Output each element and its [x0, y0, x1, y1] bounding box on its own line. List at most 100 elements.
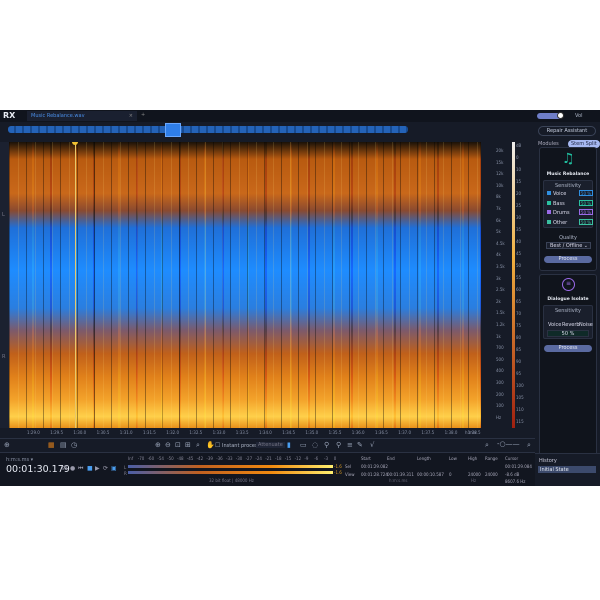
- repair-assistant-button[interactable]: Repair Assistant: [538, 126, 596, 136]
- history-item[interactable]: Initial State: [538, 466, 596, 473]
- spectrogram[interactable]: [9, 142, 481, 428]
- option-reverb[interactable]: Reverb: [562, 322, 580, 328]
- lasso-icon[interactable]: ◌: [312, 441, 318, 449]
- range-field[interactable]: 24000: [485, 472, 498, 477]
- meter-scale-label: Inf: [128, 456, 134, 461]
- option-voice[interactable]: Voice: [548, 322, 561, 328]
- instant-process-mode-select[interactable]: Attenuate: [256, 442, 285, 448]
- db-tick-label: 80: [516, 335, 522, 340]
- instant-process-checkbox[interactable]: ☐: [215, 442, 220, 449]
- dialogue-isolate-process-button[interactable]: Process: [544, 345, 592, 352]
- meter-scale-label: -3: [324, 456, 328, 461]
- magnify-icon[interactable]: ⌕: [196, 441, 200, 450]
- dialogue-isolate-icon: ≡: [562, 278, 575, 291]
- freq-zoom-in-icon[interactable]: ⌕: [527, 441, 531, 450]
- hand-tool-icon[interactable]: ✋: [206, 441, 215, 449]
- db-tick-label: 105: [516, 395, 524, 400]
- channel-right-label: R: [2, 354, 6, 360]
- time-selection-tool-icon[interactable]: ▮: [287, 441, 291, 449]
- frequency-axis: 20k 15k 12k 10k 8k 7k 6k 5k 4.5k 4k 3.5k 3k 2.5k 2k 1.…: [482, 142, 512, 428]
- frequency-zoom-slider[interactable]: -○——: [497, 440, 520, 448]
- waveform-zoom-icon[interactable]: ⊕: [4, 441, 10, 449]
- zoom-selection-icon[interactable]: ⊡: [175, 441, 181, 449]
- time-tick-label: 1:34.5: [282, 430, 295, 435]
- meter-bar-right: [128, 471, 333, 474]
- db-tick-label: 95: [516, 371, 522, 376]
- headphones-icon[interactable]: ☊: [62, 465, 67, 472]
- stop-icon[interactable]: ■: [87, 465, 93, 472]
- quality-select[interactable]: Best / Offline ⌄: [546, 242, 591, 249]
- magic-wand-icon[interactable]: ⚲: [324, 441, 329, 449]
- close-tab-icon[interactable]: ×: [129, 113, 133, 119]
- zoom-fit-icon[interactable]: ⊞: [185, 441, 191, 449]
- zoom-out-icon[interactable]: ⊖: [165, 441, 171, 449]
- play-selection-icon[interactable]: ▣: [111, 465, 117, 472]
- meter-scale-label: -12: [294, 456, 302, 461]
- stem-row-other: Other 50 %: [547, 218, 593, 226]
- meter-scale-label: -30: [235, 456, 243, 461]
- harmonic-select-icon[interactable]: ⚲: [336, 441, 341, 449]
- header-high: High: [468, 456, 478, 461]
- rectangle-select-icon[interactable]: ▭: [300, 441, 307, 449]
- play-icon[interactable]: ▶: [95, 465, 100, 472]
- bottom-panel: h:m:s.ms ▾ 00:01:30.179 ☊ ● ⏮ ■ ▶ ⟳ ▣ In…: [0, 452, 535, 486]
- brush-icon[interactable]: ✎: [357, 441, 363, 449]
- trim-icon[interactable]: √: [370, 441, 374, 449]
- playhead[interactable]: [75, 142, 76, 428]
- db-tick-label: 85: [516, 347, 522, 352]
- stem-gain-field[interactable]: 50 %: [579, 199, 593, 206]
- view-length-field[interactable]: 00:00:10.587: [417, 472, 444, 477]
- time-tick-label: 1:37.5: [421, 430, 435, 435]
- sel-start-field[interactable]: 00:01:29.082: [361, 464, 388, 469]
- time-tick-label: 1:32.0: [166, 430, 179, 435]
- cursor-time: 00:01:29.084: [505, 464, 532, 469]
- view-end-field[interactable]: 00:01:39.311: [387, 472, 414, 477]
- option-noise[interactable]: Noise: [579, 322, 593, 328]
- waveform-overview[interactable]: [8, 123, 480, 137]
- stem-row-drums: Drums 50 %: [547, 209, 593, 216]
- freq-tick-label: 300: [496, 380, 504, 385]
- music-rebalance-process-button[interactable]: Process: [544, 256, 592, 263]
- spectrogram-view-icon[interactable]: ▦: [48, 441, 55, 449]
- overview-view-selection[interactable]: [165, 123, 181, 137]
- low-freq-field[interactable]: 0: [449, 472, 452, 477]
- time-tick-label: 1:29.5: [50, 430, 63, 435]
- time-tick-label: 1:35.5: [328, 430, 342, 435]
- rx-editor-window: RX Music Rebalance.wav × + Vol Repair Ass…: [0, 110, 600, 486]
- record-icon[interactable]: ●: [70, 465, 75, 472]
- dialogue-sensitivity-value[interactable]: 50 %: [547, 330, 589, 337]
- new-tab-button[interactable]: +: [141, 112, 145, 118]
- volume-knob[interactable]: [557, 112, 564, 119]
- volume-slider[interactable]: [537, 112, 564, 119]
- frequency-select-icon[interactable]: ≡: [347, 441, 353, 449]
- time-tick-label: 1:36.5: [375, 430, 388, 435]
- stem-drums-icon: [547, 210, 551, 214]
- freq-tick-label: 4.5k: [496, 240, 505, 246]
- stem-gain-field[interactable]: 50 %: [579, 218, 593, 225]
- time-format-select[interactable]: h:m:s.ms ▾: [6, 457, 33, 463]
- top-bar: RX Music Rebalance.wav × + Vol: [0, 110, 600, 122]
- view-start-field[interactable]: 00:01:28.724: [361, 472, 388, 477]
- history-panel: History Initial State: [535, 453, 600, 486]
- stem-gain-field[interactable]: 50 %: [579, 190, 593, 196]
- layout-icon[interactable]: ▤: [60, 441, 67, 449]
- meter-scale-label: -27: [245, 456, 253, 461]
- history-icon[interactable]: ◷: [71, 441, 77, 449]
- skip-back-icon[interactable]: ⏮: [78, 465, 83, 473]
- level-meter: Inf -70 -60 -54 -50 -48 -45 -42 -39 -36 -33 -30 -27-…: [124, 456, 354, 484]
- meter-scale-label: -60: [147, 456, 155, 461]
- loop-icon[interactable]: ⟳: [103, 465, 108, 472]
- stem-bass-icon: [547, 200, 551, 205]
- file-tab[interactable]: Music Rebalance.wav ×: [27, 111, 137, 121]
- db-tick-label: 40: [516, 239, 522, 244]
- meter-scale-label: 0: [333, 456, 337, 461]
- high-freq-field[interactable]: 24000: [468, 472, 481, 477]
- stem-gain-field[interactable]: 50 %: [579, 209, 593, 215]
- meter-scale-label: -70: [137, 456, 145, 461]
- zoom-in-icon[interactable]: ⊕: [155, 441, 161, 449]
- db-tick-label: 0: [516, 155, 519, 160]
- freq-tick-label: 500: [496, 356, 504, 362]
- freq-zoom-out-icon[interactable]: ⌕: [485, 441, 489, 450]
- time-tick-label: 1:33.5: [235, 430, 249, 435]
- time-tick-label: 1:35.0: [305, 430, 319, 435]
